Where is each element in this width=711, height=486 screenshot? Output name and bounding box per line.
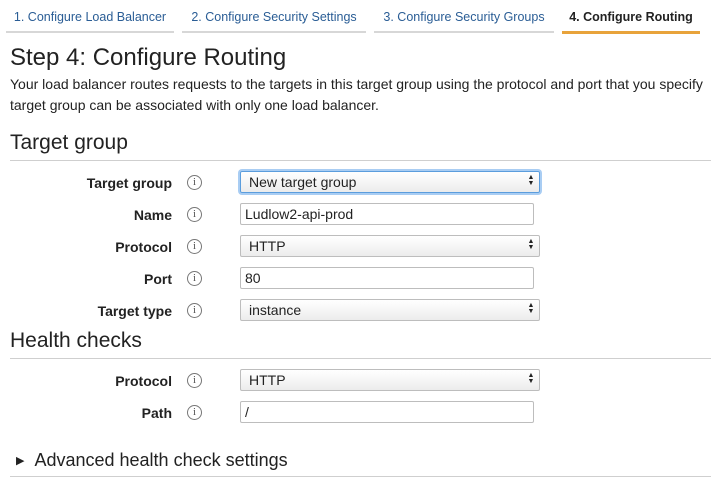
protocol-select[interactable]: HTTP ▲ ▼ xyxy=(240,235,540,257)
target-type-row: Target type i instance ▲ ▼ xyxy=(0,299,711,323)
info-icon[interactable]: i xyxy=(187,303,202,318)
description-line-1: Your load balancer routes requests to th… xyxy=(10,76,703,92)
section-divider xyxy=(10,160,711,161)
tab-configure-security-groups[interactable]: 3. Configure Security Groups xyxy=(374,0,554,33)
target-type-select-value: instance xyxy=(249,302,302,318)
page-title: Step 4: Configure Routing xyxy=(10,44,287,71)
tab-configure-routing[interactable]: 4. Configure Routing xyxy=(562,0,700,34)
port-input[interactable]: 80 xyxy=(240,267,534,289)
health-protocol-row: Protocol i HTTP ▲ ▼ xyxy=(0,369,711,393)
name-row: Name i Ludlow2-api-prod xyxy=(0,203,711,227)
port-label: Port xyxy=(144,271,172,287)
info-icon[interactable]: i xyxy=(187,175,202,190)
page-description: Your load balancer routes requests to th… xyxy=(10,74,710,116)
target-group-select[interactable]: New target group ▲ ▼ xyxy=(240,171,540,193)
info-icon[interactable]: i xyxy=(187,405,202,420)
health-path-label: Path xyxy=(141,405,172,421)
target-group-label: Target group xyxy=(86,175,172,191)
description-line-2: target group can be associated with only… xyxy=(10,97,379,113)
select-arrows-icon: ▲ ▼ xyxy=(527,372,535,385)
target-type-label: Target type xyxy=(97,303,172,319)
name-label: Name xyxy=(133,207,172,223)
target-group-section-title: Target group xyxy=(10,131,128,154)
info-icon[interactable]: i xyxy=(187,207,202,222)
tab-configure-security-settings[interactable]: 2. Configure Security Settings xyxy=(182,0,366,33)
section-divider xyxy=(10,358,711,359)
target-group-select-value: New target group xyxy=(249,174,357,190)
protocol-row: Protocol i HTTP ▲ ▼ xyxy=(0,235,711,259)
target-type-select[interactable]: instance ▲ ▼ xyxy=(240,299,540,321)
health-path-row: Path i / xyxy=(0,401,711,425)
port-row: Port i 80 xyxy=(0,267,711,291)
wizard-tabs: 1. Configure Load Balancer 2. Configure … xyxy=(0,0,711,34)
protocol-label: Protocol xyxy=(115,239,172,255)
select-arrows-icon: ▲ ▼ xyxy=(527,238,535,251)
health-protocol-select[interactable]: HTTP ▲ ▼ xyxy=(240,369,540,391)
info-icon[interactable]: i xyxy=(187,373,202,388)
health-path-input[interactable]: / xyxy=(240,401,534,423)
advanced-health-check-toggle[interactable]: ▶ Advanced health check settings xyxy=(16,450,288,471)
tab-configure-load-balancer[interactable]: 1. Configure Load Balancer xyxy=(6,0,174,33)
target-group-row: Target group i New target group ▲ ▼ xyxy=(0,171,711,195)
advanced-health-check-label: Advanced health check settings xyxy=(34,450,288,470)
section-divider xyxy=(10,476,711,477)
health-protocol-label: Protocol xyxy=(115,373,172,389)
health-protocol-select-value: HTTP xyxy=(249,372,286,388)
info-icon[interactable]: i xyxy=(187,239,202,254)
info-icon[interactable]: i xyxy=(187,271,202,286)
expand-icon: ▶ xyxy=(16,455,25,467)
select-arrows-icon: ▲ ▼ xyxy=(527,302,535,315)
name-input[interactable]: Ludlow2-api-prod xyxy=(240,203,534,225)
select-arrows-icon: ▲ ▼ xyxy=(527,174,535,187)
protocol-select-value: HTTP xyxy=(249,238,286,254)
health-checks-section-title: Health checks xyxy=(10,329,142,352)
